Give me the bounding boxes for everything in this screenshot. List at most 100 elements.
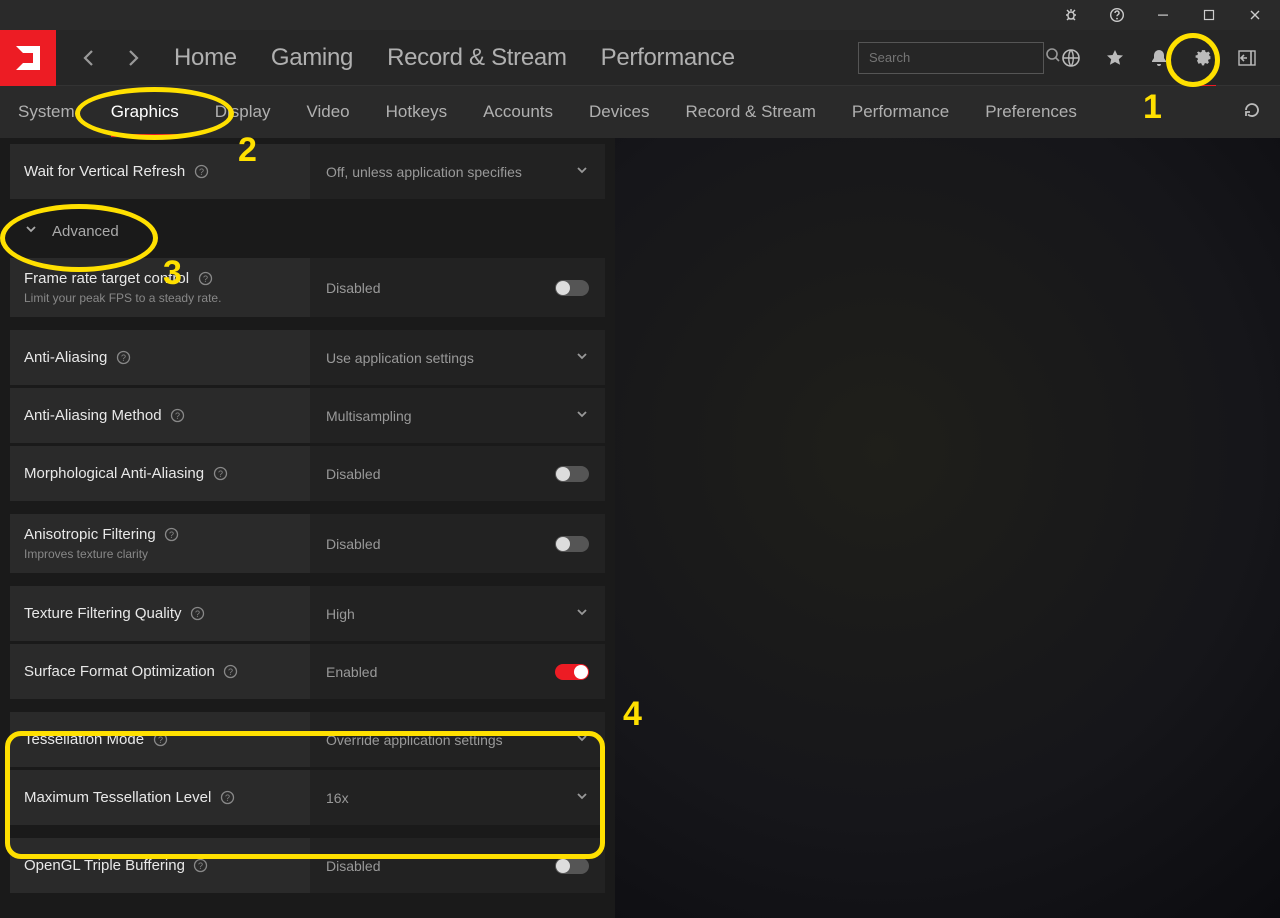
help-icon[interactable]: ? (223, 664, 239, 680)
help-icon[interactable]: ? (193, 858, 209, 874)
vsync-dropdown[interactable]: Off, unless application specifies (310, 144, 605, 199)
frtc-label: Frame rate target control (24, 270, 189, 287)
tab-gaming[interactable]: Gaming (271, 44, 353, 72)
nav-forward-icon[interactable] (122, 47, 144, 69)
globe-icon[interactable] (1060, 47, 1082, 69)
ogl-toggle[interactable] (555, 858, 589, 874)
subtab-hotkeys[interactable]: Hotkeys (386, 102, 447, 122)
svg-text:?: ? (169, 530, 174, 540)
subtab-system[interactable]: System (18, 102, 75, 122)
subtab-graphics[interactable]: Graphics (111, 102, 179, 122)
window-titlebar (0, 0, 1280, 30)
ogl-label: OpenGL Triple Buffering (24, 857, 185, 874)
svg-text:?: ? (195, 609, 200, 619)
subtab-record[interactable]: Record & Stream (685, 102, 815, 122)
header: Home Gaming Record & Stream Performance (0, 30, 1280, 86)
close-icon[interactable] (1236, 0, 1274, 30)
star-icon[interactable] (1104, 47, 1126, 69)
sfo-label: Surface Format Optimization (24, 663, 215, 680)
help-icon[interactable]: ? (212, 466, 228, 482)
row-aa: Anti-Aliasing ? Use application settings (10, 330, 605, 385)
row-tfq: Texture Filtering Quality ? High (10, 586, 605, 641)
row-ogl: OpenGL Triple Buffering ? Disabled (10, 838, 605, 893)
subtab-preferences[interactable]: Preferences (985, 102, 1077, 122)
row-maa: Morphological Anti-Aliasing ? Disabled (10, 446, 605, 501)
tfq-label: Texture Filtering Quality (24, 605, 182, 622)
help-icon[interactable]: ? (219, 790, 235, 806)
sub-tabs: System Graphics Display Video Hotkeys Ac… (0, 86, 1280, 138)
bell-icon[interactable] (1148, 47, 1170, 69)
tess-label: Tessellation Mode (24, 731, 144, 748)
help-icon[interactable]: ? (190, 606, 206, 622)
maxtess-label: Maximum Tessellation Level (24, 789, 211, 806)
svg-text:?: ? (199, 167, 204, 177)
tab-home[interactable]: Home (174, 44, 237, 72)
svg-text:?: ? (203, 274, 208, 284)
search-input[interactable] (869, 50, 1045, 65)
row-af: Anisotropic Filtering ? Improves texture… (10, 514, 605, 573)
help-icon[interactable]: ? (170, 408, 186, 424)
row-frtc: Frame rate target control ? Limit your p… (10, 258, 605, 317)
aam-label: Anti-Aliasing Method (24, 407, 162, 424)
row-tess: Tessellation Mode ? Override application… (10, 712, 605, 767)
tfq-dropdown[interactable]: High (310, 586, 605, 641)
svg-text:?: ? (158, 735, 163, 745)
tab-performance[interactable]: Performance (601, 44, 735, 72)
reset-icon[interactable] (1242, 100, 1262, 125)
maxtess-dropdown[interactable]: 16x (310, 770, 605, 825)
chevron-down-icon (575, 349, 589, 366)
chevron-down-icon (24, 222, 38, 240)
subtab-display[interactable]: Display (215, 102, 271, 122)
aam-dropdown[interactable]: Multisampling (310, 388, 605, 443)
maa-label: Morphological Anti-Aliasing (24, 465, 204, 482)
svg-text:?: ? (121, 353, 126, 363)
subtab-performance[interactable]: Performance (852, 102, 949, 122)
tess-dropdown[interactable]: Override application settings (310, 712, 605, 767)
row-aam: Anti-Aliasing Method ? Multisampling (10, 388, 605, 443)
help-icon[interactable]: ? (164, 527, 180, 543)
settings-panel: Wait for Vertical Refresh ? Off, unless … (0, 138, 615, 902)
help-top-icon[interactable] (1098, 0, 1136, 30)
gear-icon[interactable] (1192, 47, 1214, 69)
svg-text:?: ? (228, 667, 233, 677)
chevron-down-icon (575, 789, 589, 806)
help-icon[interactable]: ? (197, 271, 213, 287)
row-maxtess: Maximum Tessellation Level ? 16x (10, 770, 605, 825)
frtc-toggle[interactable] (555, 280, 589, 296)
subtab-devices[interactable]: Devices (589, 102, 649, 122)
svg-text:?: ? (175, 411, 180, 421)
sfo-toggle[interactable] (555, 664, 589, 680)
sfo-value: Enabled (326, 664, 377, 680)
svg-text:?: ? (198, 861, 203, 871)
vsync-label: Wait for Vertical Refresh (24, 163, 185, 180)
background-art (615, 138, 1280, 918)
help-icon[interactable]: ? (152, 732, 168, 748)
chevron-down-icon (575, 731, 589, 748)
tab-record-stream[interactable]: Record & Stream (387, 44, 567, 72)
subtab-video[interactable]: Video (306, 102, 349, 122)
svg-text:?: ? (218, 469, 223, 479)
row-vsync: Wait for Vertical Refresh ? Off, unless … (10, 144, 605, 199)
af-sub: Improves texture clarity (24, 547, 296, 561)
advanced-label: Advanced (52, 223, 119, 240)
bug-icon[interactable] (1052, 0, 1090, 30)
advanced-section-toggle[interactable]: Advanced (10, 202, 605, 258)
collapse-icon[interactable] (1236, 47, 1258, 69)
maa-value: Disabled (326, 466, 380, 482)
maa-toggle[interactable] (555, 466, 589, 482)
af-toggle[interactable] (555, 536, 589, 552)
search-box[interactable] (858, 42, 1044, 74)
maximize-icon[interactable] (1190, 0, 1228, 30)
ogl-value: Disabled (326, 858, 380, 874)
amd-logo (0, 30, 56, 86)
help-icon[interactable]: ? (115, 350, 131, 366)
row-sfo: Surface Format Optimization ? Enabled (10, 644, 605, 699)
nav-back-icon[interactable] (78, 47, 100, 69)
search-icon (1045, 47, 1061, 68)
af-value: Disabled (326, 536, 380, 552)
aa-label: Anti-Aliasing (24, 349, 107, 366)
help-icon[interactable]: ? (193, 164, 209, 180)
subtab-accounts[interactable]: Accounts (483, 102, 553, 122)
minimize-icon[interactable] (1144, 0, 1182, 30)
aa-dropdown[interactable]: Use application settings (310, 330, 605, 385)
